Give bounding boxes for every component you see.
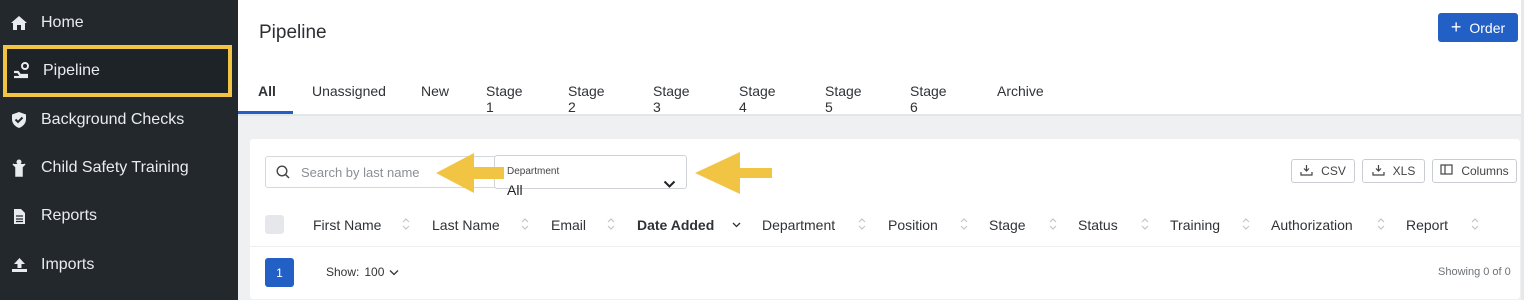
sort-desc-icon[interactable]	[731, 216, 742, 232]
sort-icon[interactable]	[1241, 216, 1251, 232]
department-select[interactable]: Department All	[494, 155, 687, 198]
sidebar-item-reports[interactable]: Reports	[0, 194, 238, 238]
sidebar-item-label: Home	[41, 14, 84, 31]
column-report[interactable]: Report	[1406, 217, 1448, 233]
sidebar: Home Pipeline Background Checks Child Sa…	[0, 0, 238, 300]
page-button[interactable]: 1	[265, 258, 294, 287]
column-date-added[interactable]: Date Added	[637, 217, 714, 233]
tab-stage-5[interactable]: Stage 5	[825, 72, 862, 115]
annotation-arrow-left	[436, 153, 504, 193]
order-button[interactable]: + Order	[1438, 13, 1518, 42]
shield-check-icon	[10, 111, 28, 129]
document-icon	[10, 207, 28, 225]
download-icon	[1372, 164, 1385, 179]
annotation-arrow-left	[695, 152, 772, 194]
tab-unassigned[interactable]: Unassigned	[312, 72, 386, 114]
sidebar-item-pipeline[interactable]: Pipeline	[3, 45, 232, 97]
sort-icon[interactable]	[1140, 216, 1150, 232]
tab-stage-2[interactable]: Stage 2	[568, 72, 605, 115]
column-first-name[interactable]: First Name	[313, 217, 381, 233]
xls-label: XLS	[1392, 164, 1416, 178]
search-icon	[276, 165, 290, 179]
sort-icon[interactable]	[1048, 216, 1058, 232]
page-title: Pipeline	[259, 22, 327, 43]
tab-stage-3[interactable]: Stage 3	[653, 72, 690, 115]
column-authorization[interactable]: Authorization	[1271, 217, 1353, 233]
sort-icon[interactable]	[520, 216, 530, 232]
show-label: Show:	[326, 265, 360, 279]
sidebar-item-home[interactable]: Home	[0, 1, 238, 45]
column-status[interactable]: Status	[1078, 217, 1118, 233]
tab-all[interactable]: All	[238, 72, 293, 114]
columns-icon	[1440, 164, 1453, 178]
download-icon	[1300, 164, 1313, 179]
sidebar-item-imports[interactable]: Imports	[0, 243, 238, 287]
sort-icon[interactable]	[959, 216, 969, 232]
sidebar-item-background-checks[interactable]: Background Checks	[0, 98, 238, 142]
table-header: First Name Last Name Email Date Added De…	[250, 211, 1520, 247]
page-size-select[interactable]: Show: 100	[326, 265, 399, 279]
department-label: Department	[507, 166, 560, 177]
chevron-down-icon	[663, 176, 676, 194]
pipeline-icon	[12, 62, 30, 80]
child-icon	[10, 159, 28, 177]
column-department[interactable]: Department	[762, 217, 835, 233]
tab-stage-1[interactable]: Stage 1	[486, 72, 523, 115]
sidebar-item-label: Child Safety Training	[41, 159, 189, 176]
columns-label: Columns	[1461, 164, 1509, 178]
upload-icon	[10, 256, 28, 274]
home-icon	[10, 14, 28, 32]
sidebar-item-label: Pipeline	[43, 62, 100, 79]
page-header: Pipeline + Order All Unassigned New Stag…	[238, 0, 1524, 116]
sort-icon[interactable]	[857, 216, 867, 232]
column-position[interactable]: Position	[888, 217, 938, 233]
order-button-label: Order	[1469, 19, 1506, 36]
sort-icon[interactable]	[401, 216, 411, 232]
tab-stage-6[interactable]: Stage 6	[910, 72, 947, 115]
column-email[interactable]: Email	[551, 217, 586, 233]
sidebar-item-label: Background Checks	[41, 111, 185, 128]
pipeline-card: Department All CSV XLS Columns First Nam…	[250, 139, 1520, 299]
department-value: All	[507, 182, 523, 198]
column-training[interactable]: Training	[1170, 217, 1220, 233]
show-value: 100	[364, 265, 385, 279]
results-count: Showing 0 of 0	[1438, 266, 1511, 278]
sidebar-item-child-safety-training[interactable]: Child Safety Training	[0, 146, 238, 190]
csv-label: CSV	[1321, 164, 1346, 178]
xls-export-button[interactable]: XLS	[1362, 159, 1425, 183]
columns-button[interactable]: Columns	[1432, 159, 1517, 183]
column-stage[interactable]: Stage	[989, 217, 1026, 233]
tab-stage-4[interactable]: Stage 4	[739, 72, 776, 115]
tab-archive[interactable]: Archive	[997, 72, 1044, 114]
chevron-down-icon	[389, 265, 399, 279]
sidebar-item-label: Imports	[41, 256, 95, 273]
sort-icon[interactable]	[1376, 216, 1386, 232]
plus-icon: +	[1450, 16, 1462, 37]
sidebar-item-label: Reports	[41, 207, 98, 224]
tab-new[interactable]: New	[421, 72, 449, 114]
sort-icon[interactable]	[1470, 216, 1480, 232]
csv-export-button[interactable]: CSV	[1291, 159, 1355, 183]
sort-icon[interactable]	[606, 216, 616, 232]
column-last-name[interactable]: Last Name	[432, 217, 500, 233]
